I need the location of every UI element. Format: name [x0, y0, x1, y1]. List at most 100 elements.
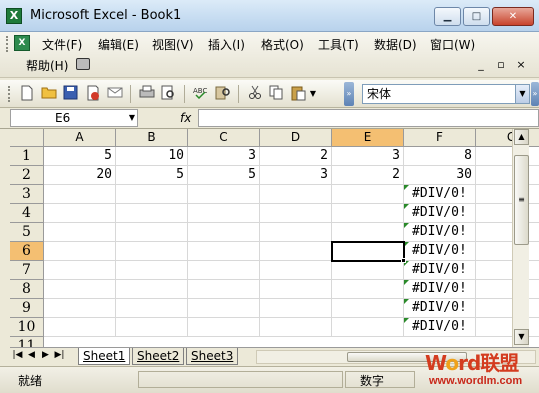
menu-help[interactable]: 帮助(H) — [24, 57, 70, 75]
cell-f7[interactable]: #DIV/0! — [404, 261, 476, 280]
cell-c2[interactable]: 5 — [188, 166, 260, 185]
menu-format[interactable]: 格式(O) — [259, 36, 306, 54]
paste-icon[interactable] — [290, 85, 307, 102]
cell-empty[interactable] — [188, 299, 260, 318]
cell-empty[interactable] — [116, 223, 188, 242]
cell-empty[interactable] — [188, 204, 260, 223]
column-header-e[interactable]: E — [332, 129, 404, 147]
row-header-11[interactable]: 11 — [10, 337, 44, 347]
cell-f5[interactable]: #DIV/0! — [404, 223, 476, 242]
row-header-3[interactable]: 3 — [10, 185, 44, 204]
vertical-scrollbar[interactable]: ▲ ≡ ▼ — [512, 129, 529, 347]
prev-sheet-icon[interactable]: ◀ — [26, 350, 37, 360]
active-cell-e6[interactable] — [331, 241, 406, 263]
row-header-8[interactable]: 8 — [10, 280, 44, 299]
column-header-g[interactable]: G — [476, 129, 539, 147]
cell-empty[interactable] — [188, 242, 260, 261]
error-indicator-icon[interactable] — [404, 299, 409, 304]
cell-empty[interactable] — [44, 318, 116, 337]
name-box[interactable]: E6 ▼ — [10, 109, 138, 127]
tab-sheet3[interactable]: Sheet3 — [186, 348, 239, 365]
first-sheet-icon[interactable]: |◀ — [12, 350, 23, 360]
cell-empty[interactable] — [332, 204, 404, 223]
cell-empty[interactable] — [44, 299, 116, 318]
cell-empty[interactable] — [476, 185, 539, 204]
cell-empty[interactable] — [44, 185, 116, 204]
cell-empty[interactable] — [332, 185, 404, 204]
print-preview-icon[interactable] — [160, 85, 177, 102]
cell-empty[interactable] — [188, 318, 260, 337]
cell-empty[interactable] — [476, 318, 539, 337]
cell-empty[interactable] — [44, 261, 116, 280]
tab-sheet1[interactable]: Sheet1 — [78, 348, 131, 365]
column-header-b[interactable]: B — [116, 129, 188, 147]
cell-empty[interactable] — [116, 318, 188, 337]
row-header-5[interactable]: 5 — [10, 223, 44, 242]
error-indicator-icon[interactable] — [404, 318, 409, 323]
cell-e2[interactable]: 2 — [332, 166, 404, 185]
row-header-6[interactable]: 6 — [10, 242, 44, 261]
email-icon[interactable] — [106, 85, 123, 102]
cell-b2[interactable]: 5 — [116, 166, 188, 185]
cell-f4[interactable]: #DIV/0! — [404, 204, 476, 223]
cell-d2[interactable]: 3 — [260, 166, 332, 185]
toolbar-grip[interactable] — [8, 86, 12, 102]
camera-icon[interactable] — [76, 58, 90, 70]
cell-empty[interactable] — [260, 261, 332, 280]
cell-empty[interactable] — [332, 299, 404, 318]
cell-empty[interactable] — [476, 223, 539, 242]
cell-f2[interactable]: 30 — [404, 166, 476, 185]
cell-d1[interactable]: 2 — [260, 147, 332, 166]
cell-empty[interactable] — [188, 223, 260, 242]
spelling-icon[interactable]: ABC — [192, 85, 209, 102]
cell-empty[interactable] — [116, 280, 188, 299]
cell-empty[interactable] — [116, 299, 188, 318]
menu-view[interactable]: 视图(V) — [150, 36, 196, 54]
new-icon[interactable] — [18, 85, 35, 102]
cell-empty[interactable] — [116, 261, 188, 280]
menu-tools[interactable]: 工具(T) — [316, 36, 361, 54]
column-header-a[interactable]: A — [44, 129, 116, 147]
toolbar-options-icon[interactable]: » — [344, 82, 354, 106]
cell-f9[interactable]: #DIV/0! — [404, 299, 476, 318]
research-icon[interactable] — [214, 85, 231, 102]
close-button[interactable]: ✕ — [492, 7, 534, 26]
row-header-2[interactable]: 2 — [10, 166, 44, 185]
menu-data[interactable]: 数据(D) — [372, 36, 419, 54]
excel-doc-icon[interactable]: X — [14, 35, 30, 51]
cell-empty[interactable] — [44, 280, 116, 299]
cell-empty[interactable] — [476, 242, 539, 261]
column-header-c[interactable]: C — [188, 129, 260, 147]
row-header-4[interactable]: 4 — [10, 204, 44, 223]
cell-empty[interactable] — [44, 223, 116, 242]
copy-icon[interactable] — [268, 85, 285, 102]
cell-a2[interactable]: 20 — [44, 166, 116, 185]
row-header-9[interactable]: 9 — [10, 299, 44, 318]
cell-empty[interactable] — [476, 261, 539, 280]
doc-minimize-button[interactable]: _ — [474, 58, 488, 72]
vertical-scroll-thumb[interactable]: ≡ — [514, 155, 529, 245]
error-indicator-icon[interactable] — [404, 185, 409, 190]
menu-insert[interactable]: 插入(I) — [206, 36, 247, 54]
cell-empty[interactable] — [476, 204, 539, 223]
cell-a1[interactable]: 5 — [44, 147, 116, 166]
cell-f1[interactable]: 8 — [404, 147, 476, 166]
menu-grip[interactable] — [6, 36, 10, 52]
cell-empty[interactable] — [260, 242, 332, 261]
toolbar-options-icon[interactable]: » — [531, 82, 539, 106]
cell-empty[interactable] — [116, 242, 188, 261]
row-header-7[interactable]: 7 — [10, 261, 44, 280]
menu-file[interactable]: 文件(F) — [40, 36, 84, 54]
row-header-1[interactable]: 1 — [10, 147, 44, 166]
tab-sheet2[interactable]: Sheet2 — [132, 348, 185, 365]
doc-restore-button[interactable]: ▫ — [494, 58, 508, 72]
cell-empty[interactable] — [332, 223, 404, 242]
cell-empty[interactable] — [260, 318, 332, 337]
menu-edit[interactable]: 编辑(E) — [96, 36, 141, 54]
column-header-d[interactable]: D — [260, 129, 332, 147]
cell-empty[interactable] — [476, 299, 539, 318]
cell-empty[interactable] — [260, 185, 332, 204]
cell-empty[interactable] — [476, 280, 539, 299]
maximize-button[interactable]: □ — [463, 7, 490, 26]
minimize-button[interactable]: ▁ — [434, 7, 461, 26]
